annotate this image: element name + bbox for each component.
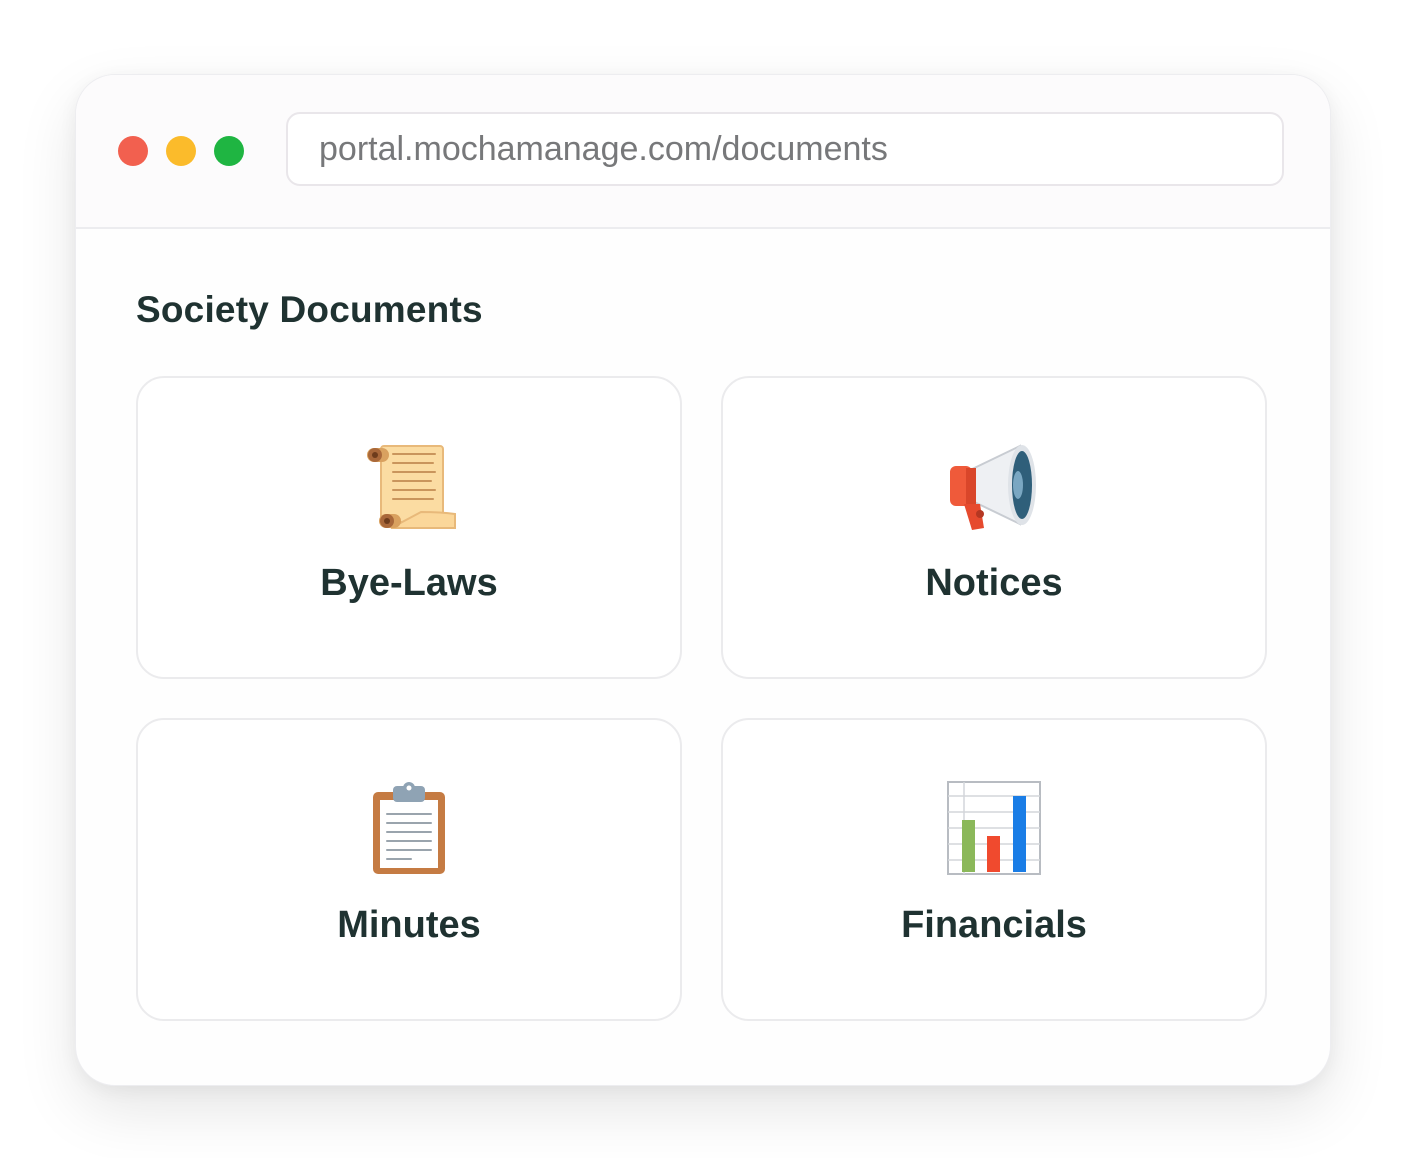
address-bar[interactable]: portal.mochamanage.com/documents	[286, 112, 1284, 186]
close-window-button[interactable]	[118, 136, 148, 166]
megaphone-icon	[946, 438, 1042, 534]
clipboard-icon	[361, 780, 457, 876]
card-label: Bye-Laws	[320, 562, 498, 604]
card-minutes[interactable]: Minutes	[136, 718, 682, 1021]
browser-titlebar: portal.mochamanage.com/documents	[76, 75, 1330, 229]
card-financials[interactable]: Financials	[721, 718, 1267, 1021]
bar-chart-icon	[946, 780, 1042, 876]
card-label: Minutes	[337, 904, 481, 946]
card-notices[interactable]: Notices	[721, 376, 1267, 679]
card-label: Financials	[901, 904, 1087, 946]
card-label: Notices	[925, 562, 1063, 604]
page-title: Society Documents	[136, 289, 483, 330]
address-bar-url: portal.mochamanage.com/documents	[319, 129, 888, 168]
minimize-window-button[interactable]	[166, 136, 196, 166]
card-bye-laws[interactable]: Bye-Laws	[136, 376, 682, 679]
browser-window: portal.mochamanage.com/documents Society…	[75, 74, 1331, 1086]
scroll-icon	[361, 438, 457, 534]
maximize-window-button[interactable]	[214, 136, 244, 166]
